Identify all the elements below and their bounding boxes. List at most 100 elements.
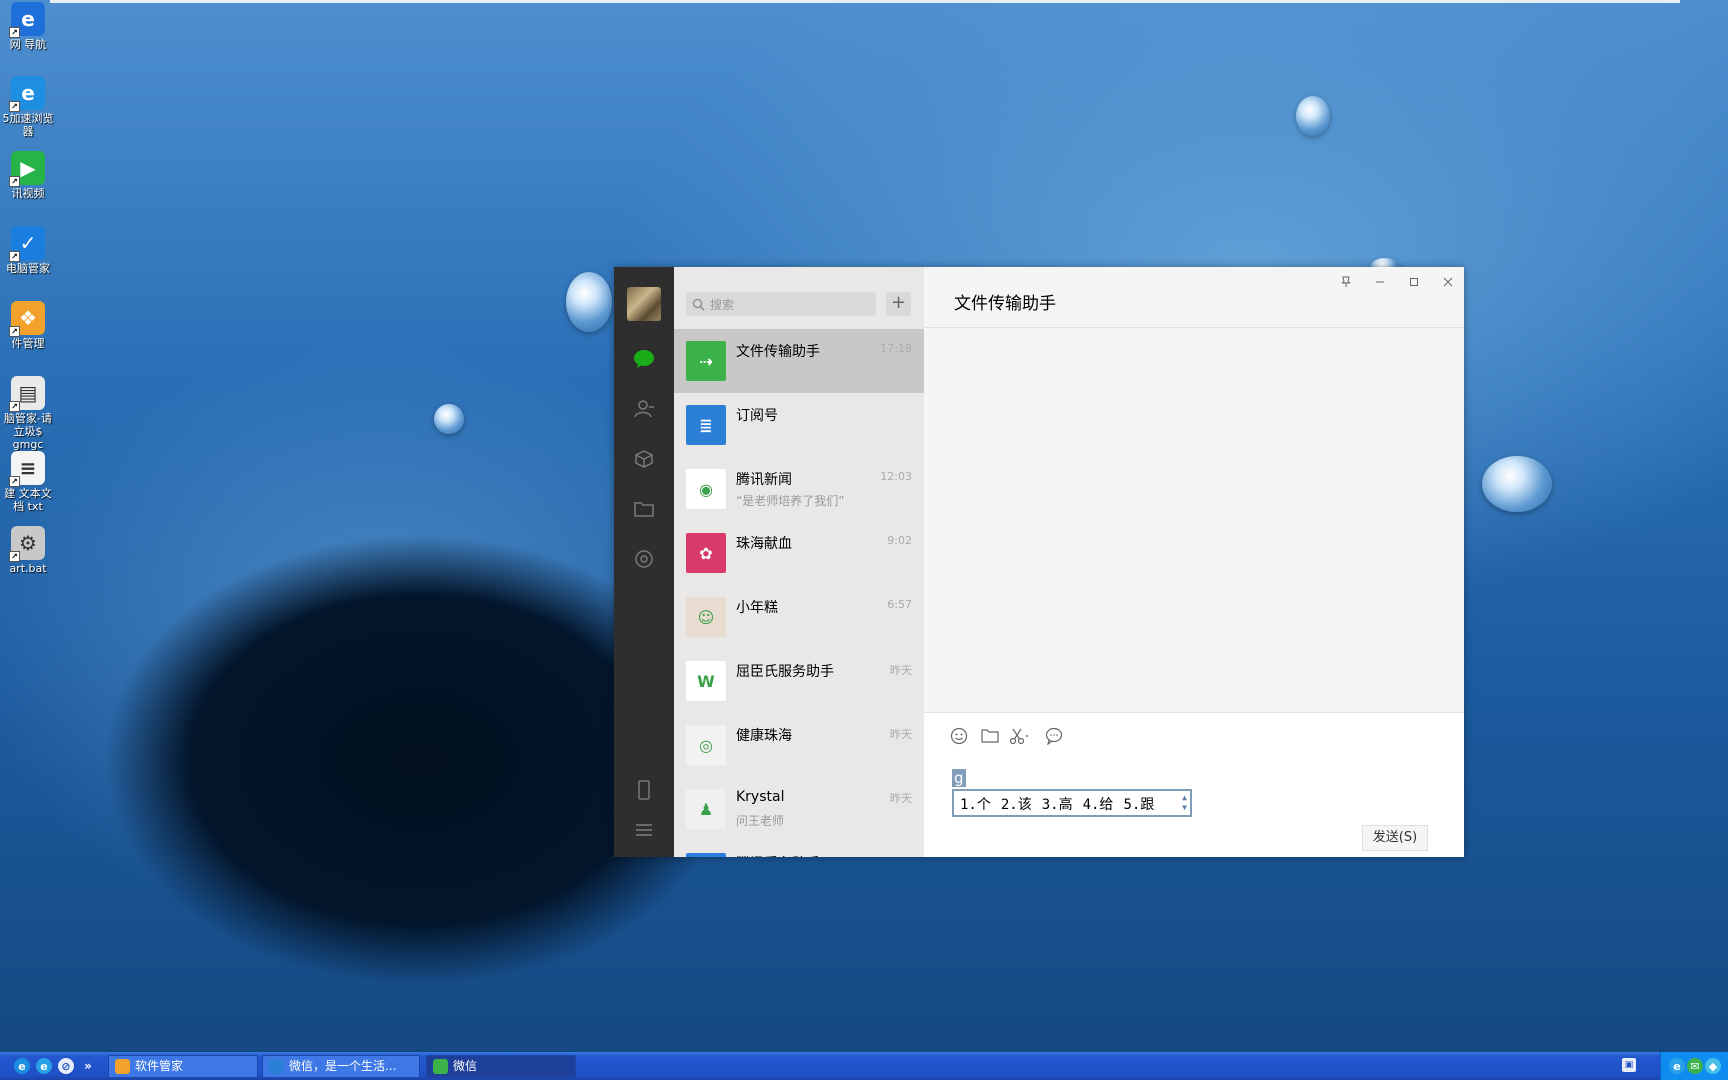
minimize-icon[interactable] (1365, 272, 1395, 292)
droplet (1482, 456, 1552, 512)
close-icon[interactable] (1433, 272, 1463, 292)
desktop-icon[interactable]: e ↗ 网 导航 (0, 2, 56, 51)
desktop-icon[interactable]: ≡ ↗ 建 文本文 档 txt (0, 451, 56, 513)
chat-time: 昨天 (890, 792, 912, 805)
document-icon: ▤ ↗ (9, 376, 45, 412)
chat-name: 珠海献血 (736, 536, 792, 552)
menu-icon[interactable] (629, 815, 659, 845)
send-button[interactable]: 发送(S) (1362, 825, 1428, 851)
chat-name: 文件传输助手 (736, 344, 820, 360)
chat-time: 昨天 (890, 728, 912, 741)
folder-icon[interactable] (629, 494, 659, 524)
chat-list-item[interactable]: ◎ 健康珠海 昨天 (674, 713, 924, 777)
taskbar-app-icon (115, 1059, 130, 1074)
taskbar-button[interactable]: 微信，是一个生活... (262, 1055, 420, 1078)
chat-avatar: ☺ (686, 597, 726, 637)
chat-avatar: W (686, 661, 726, 701)
chat-avatar: ◆ (686, 853, 726, 857)
chat-history-icon[interactable] (1043, 726, 1065, 746)
droplet (1296, 96, 1330, 136)
block-quicklaunch-icon[interactable]: ⊘ (58, 1058, 74, 1074)
droplet (434, 404, 464, 434)
ime-candidate[interactable]: 4.给 (1083, 797, 1114, 813)
chat-avatar: ♟ (686, 789, 726, 829)
chat-list-item[interactable]: ≣ 订阅号 (674, 393, 924, 457)
chat-name: 健康珠海 (736, 728, 792, 744)
chat-name: 腾讯新闻 (736, 472, 792, 488)
chat-time: 昨天 (890, 854, 912, 857)
file-folder-icon[interactable] (979, 726, 1001, 746)
phone-icon[interactable] (629, 775, 659, 805)
browser-quicklaunch-icon[interactable]: e (14, 1058, 30, 1074)
app-manager-icon: ❖ ↗ (9, 301, 45, 337)
expand-quicklaunch-icon[interactable]: » (80, 1058, 96, 1074)
chat-list-item[interactable]: ◉ 腾讯新闻 12:03 “是老师培养了我们” (674, 457, 924, 521)
moments-icon[interactable] (629, 544, 659, 574)
ie-quicklaunch-icon[interactable]: e (36, 1058, 52, 1074)
desktop-icon[interactable]: ▶ ↗ 讯视频 (0, 151, 56, 200)
chat-name: 屈臣氏服务助手 (736, 664, 834, 680)
chat-list-item[interactable]: ☺ 小年糕 6:57 (674, 585, 924, 649)
ime-candidate[interactable]: 5.跟 (1123, 797, 1154, 813)
ime-candidate[interactable]: 2.该 (1001, 797, 1032, 813)
shortcut-arrow-icon: ↗ (9, 251, 20, 262)
desktop-show-icon[interactable]: ▣ (1622, 1058, 1636, 1072)
browser-tray-icon[interactable]: e (1669, 1058, 1685, 1074)
pin-icon[interactable] (1331, 272, 1361, 292)
chat-time: 12:03 (880, 470, 912, 483)
desktop-icon-label: 网 导航 (9, 38, 47, 51)
search-input[interactable]: 搜索 (686, 292, 876, 316)
desktop-icon-label: 件管理 (11, 337, 45, 350)
chat-time: 17:18 (880, 342, 912, 355)
title-divider (924, 327, 1464, 328)
wechat-window: 搜索 + ⇢ 文件传输助手 17:18 ≣ 订阅号 ◉ 腾讯新闻 12:03 “是老师培养了我们… (614, 267, 1464, 857)
chats-icon[interactable] (629, 344, 659, 374)
desktop-icon-label: 脑管家-请 立圾$ gmgc (4, 412, 52, 451)
network-tray-icon[interactable]: ◆ (1705, 1058, 1721, 1074)
chat-time: 昨天 (890, 664, 912, 677)
shield-icon: ✓ ↗ (9, 226, 45, 262)
chat-list-item[interactable]: W 屈臣氏服务助手 昨天 (674, 649, 924, 713)
chat-list-item[interactable]: ♟ Krystal 昨天 问王老师 (674, 777, 924, 841)
desktop-icon-label: art.bat (9, 562, 47, 575)
video-icon: ▶ ↗ (9, 151, 45, 187)
shortcut-arrow-icon: ↗ (9, 326, 20, 337)
typed-text[interactable]: g (952, 769, 966, 787)
ime-candidate[interactable]: 3.高 (1042, 797, 1073, 813)
ie-icon: e ↗ (9, 2, 45, 38)
taskbar-button[interactable]: 微信 (426, 1055, 576, 1078)
maximize-icon[interactable] (1399, 272, 1429, 292)
desktop-icon-label: 5加速浏览 器 (2, 112, 54, 138)
desktop-icon[interactable]: ⚙ ↗ art.bat (0, 526, 56, 575)
mini-program-cube-icon[interactable] (629, 444, 659, 474)
desktop-icon-label: 讯视频 (11, 187, 45, 200)
ime-candidate-box[interactable]: 1.个 2.该 3.高 4.给 5.跟 ▲ ▼ (952, 789, 1192, 817)
browser-icon: e ↗ (9, 76, 45, 112)
taskbar-app-icon (433, 1059, 448, 1074)
chat-main-panel: 文件传输助手 g 1.个 2.该 3.高 4.给 5.跟 ▲ ▼ 发送(S) (924, 267, 1464, 857)
ime-page-arrows-icon[interactable]: ▲ ▼ (1182, 793, 1187, 813)
chat-list-item[interactable]: ✿ 珠海献血 9:02 (674, 521, 924, 585)
ime-candidate[interactable]: 1.个 (960, 797, 991, 813)
desktop-icon[interactable]: e ↗ 5加速浏览 器 (0, 76, 56, 138)
chat-avatar: ✿ (686, 533, 726, 573)
system-tray: e ✉ ◆ (1660, 1052, 1728, 1080)
desktop-icon[interactable]: ▤ ↗ 脑管家-请 立圾$ gmgc (0, 376, 56, 451)
chat-list-item[interactable]: ⇢ 文件传输助手 17:18 (674, 329, 924, 393)
screenshot-scissors-icon[interactable] (1009, 726, 1031, 746)
contacts-icon[interactable] (629, 394, 659, 424)
text-file-icon: ≡ ↗ (9, 451, 45, 487)
chat-name: 订阅号 (736, 408, 778, 424)
compose-area[interactable]: g 1.个 2.该 3.高 4.给 5.跟 ▲ ▼ 发送(S) (924, 712, 1464, 857)
wechat-tray-icon[interactable]: ✉ (1687, 1058, 1703, 1074)
avatar[interactable] (627, 287, 661, 321)
desktop-icon[interactable]: ❖ ↗ 件管理 (0, 301, 56, 350)
emoji-icon[interactable] (948, 726, 970, 746)
add-chat-button[interactable]: + (886, 292, 911, 316)
bat-file-icon: ⚙ ↗ (9, 526, 45, 562)
chat-list-item[interactable]: ◆ 腾讯看车助手 昨天 (674, 841, 924, 857)
taskbar-button-label: 微信，是一个生活... (289, 1059, 397, 1073)
desktop-icon[interactable]: ✓ ↗ 电脑管家 (0, 226, 56, 275)
chat-title: 文件传输助手 (954, 294, 1056, 314)
taskbar-button[interactable]: 软件管家 (108, 1055, 258, 1078)
